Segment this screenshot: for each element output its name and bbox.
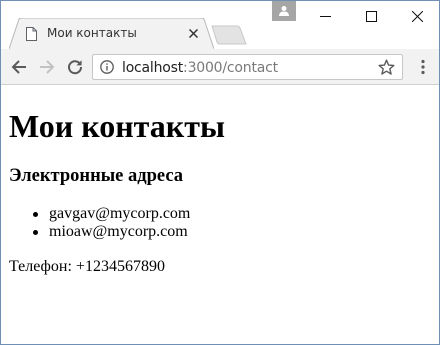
phone-number: Телефон: +1234567890 bbox=[9, 258, 165, 275]
reload-button[interactable] bbox=[63, 55, 87, 79]
url-text[interactable]: localhost:3000/contact bbox=[122, 60, 278, 76]
url-host: localhost bbox=[122, 60, 184, 76]
close-icon bbox=[188, 28, 198, 38]
browser-window: Мои контакты localhost:3000/contact Мои … bbox=[0, 0, 440, 345]
star-icon[interactable] bbox=[378, 59, 395, 76]
email-list: gavgav@mycorp.com mioaw@mycorp.com bbox=[31, 205, 190, 241]
maximize-button[interactable] bbox=[348, 1, 394, 31]
back-button[interactable] bbox=[7, 55, 31, 79]
profile-button[interactable] bbox=[272, 1, 296, 21]
page-title: Мои контакты bbox=[9, 108, 225, 144]
person-icon bbox=[279, 6, 289, 16]
minimize-button[interactable] bbox=[302, 1, 348, 31]
kebab-menu-icon bbox=[421, 59, 425, 75]
list-item: mioaw@mycorp.com bbox=[31, 223, 190, 241]
info-icon[interactable] bbox=[100, 60, 114, 74]
bullet bbox=[33, 230, 38, 235]
bullet bbox=[33, 212, 38, 217]
email-address: mioaw@mycorp.com bbox=[49, 223, 188, 240]
close-icon bbox=[411, 10, 423, 22]
minimize-icon bbox=[319, 15, 331, 17]
tab-title: Мои контакты bbox=[47, 26, 137, 40]
forward-button[interactable] bbox=[35, 55, 59, 79]
maximize-icon bbox=[365, 10, 377, 22]
window-close-button[interactable] bbox=[394, 1, 439, 31]
page-content: Мои контакты Электронные адреса gavgav@m… bbox=[1, 86, 439, 344]
tab-close-button[interactable] bbox=[186, 26, 200, 40]
arrow-right-icon bbox=[40, 60, 55, 74]
browser-menu-button[interactable] bbox=[413, 55, 433, 79]
tab-active[interactable]: Мои контакты bbox=[9, 18, 214, 49]
page-icon bbox=[26, 27, 37, 41]
arrow-left-icon bbox=[11, 60, 26, 74]
browser-toolbar: localhost:3000/contact bbox=[1, 49, 439, 85]
address-bar[interactable]: localhost:3000/contact bbox=[92, 54, 403, 80]
emails-heading: Электронные адреса bbox=[9, 166, 184, 186]
reload-icon bbox=[68, 60, 83, 75]
tab-strip: Мои контакты bbox=[1, 1, 439, 49]
list-item: gavgav@mycorp.com bbox=[31, 205, 190, 223]
url-path: :3000/contact bbox=[183, 60, 278, 76]
new-tab-button[interactable] bbox=[211, 25, 247, 45]
email-address: gavgav@mycorp.com bbox=[49, 205, 191, 222]
